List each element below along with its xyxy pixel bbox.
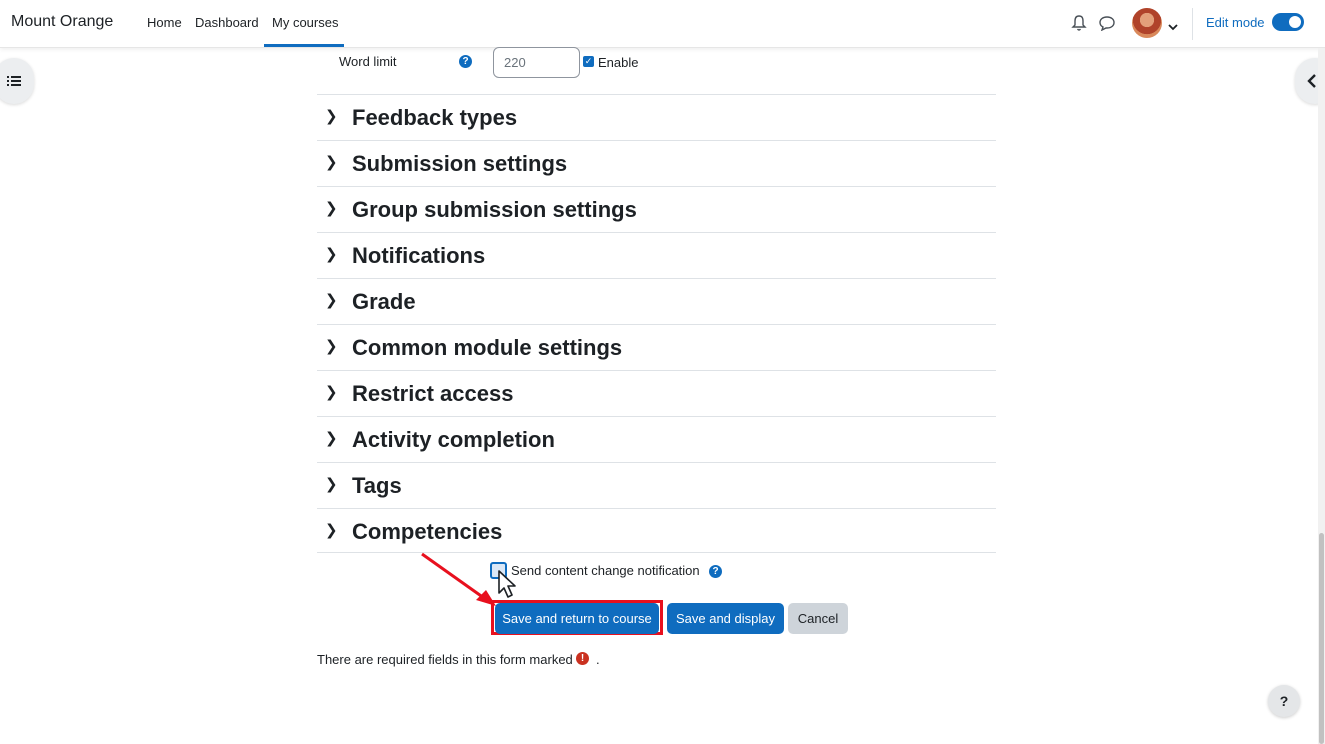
nav-dashboard-link[interactable]: Dashboard xyxy=(195,15,259,30)
section-activity-completion[interactable]: ❯ Activity completion xyxy=(317,416,996,462)
save-and-return-button[interactable]: Save and return to course xyxy=(495,603,659,634)
active-nav-indicator xyxy=(264,44,344,47)
chevron-right-icon: ❯ xyxy=(325,154,338,171)
section-grade[interactable]: ❯ Grade xyxy=(317,278,996,324)
course-index-toggle[interactable] xyxy=(0,58,34,104)
word-limit-input[interactable] xyxy=(493,47,580,78)
section-title: Tags xyxy=(352,473,402,498)
required-fields-note: There are required fields in this form m… xyxy=(317,652,573,667)
chevron-right-icon: ❯ xyxy=(325,430,338,447)
section-restrict-access[interactable]: ❯ Restrict access xyxy=(317,370,996,416)
annotation-arrow xyxy=(421,552,496,606)
section-title: Common module settings xyxy=(352,335,623,360)
word-limit-label: Word limit xyxy=(339,54,397,69)
edit-mode-toggle[interactable] xyxy=(1272,13,1304,31)
nav-my-courses-link[interactable]: My courses xyxy=(272,15,338,30)
mouse-cursor-icon xyxy=(498,570,516,598)
help-button[interactable]: ? xyxy=(1268,685,1300,717)
section-submission-settings[interactable]: ❯ Submission settings xyxy=(317,140,996,186)
section-title: Grade xyxy=(352,289,416,314)
nav-home-link[interactable]: Home xyxy=(147,15,182,30)
nav-divider xyxy=(1192,8,1193,40)
chevron-right-icon: ❯ xyxy=(325,108,338,125)
word-limit-help-icon[interactable]: ? xyxy=(459,55,472,68)
section-title: Submission settings xyxy=(352,151,568,176)
required-icon: ! xyxy=(576,652,589,665)
chevron-left-icon xyxy=(1307,74,1317,93)
chevron-right-icon: ❯ xyxy=(325,476,338,493)
section-competencies[interactable]: ❯ Competencies xyxy=(317,508,996,554)
required-note-period: . xyxy=(596,652,600,667)
cancel-button[interactable]: Cancel xyxy=(788,603,848,634)
send-notification-label: Send content change notification xyxy=(511,563,700,578)
page-scrollbar-thumb[interactable] xyxy=(1319,533,1324,744)
chevron-right-icon: ❯ xyxy=(325,384,338,401)
chevron-right-icon: ❯ xyxy=(325,522,338,539)
section-title: Restrict access xyxy=(352,381,514,406)
section-feedback-types[interactable]: ❯ Feedback types xyxy=(317,94,996,140)
section-group-submission-settings[interactable]: ❯ Group submission settings xyxy=(317,186,996,232)
edit-mode-label: Edit mode xyxy=(1206,15,1265,30)
user-avatar[interactable] xyxy=(1132,8,1162,38)
section-notifications[interactable]: ❯ Notifications xyxy=(317,232,996,278)
section-title: Feedback types xyxy=(352,105,518,130)
enable-checkbox[interactable]: ✓ xyxy=(583,56,594,67)
enable-label: Enable xyxy=(598,55,639,70)
chevron-down-icon[interactable] xyxy=(1168,18,1178,36)
section-title: Notifications xyxy=(352,243,486,268)
chat-icon[interactable] xyxy=(1098,15,1116,36)
chevron-right-icon: ❯ xyxy=(325,200,338,217)
section-tags[interactable]: ❯ Tags xyxy=(317,462,996,508)
top-navbar: Mount Orange Home Dashboard My courses E… xyxy=(0,0,1325,48)
section-title: Activity completion xyxy=(352,427,555,452)
chevron-right-icon: ❯ xyxy=(325,338,338,355)
chevron-right-icon: ❯ xyxy=(325,292,338,309)
section-title: Competencies xyxy=(352,519,503,544)
bell-icon[interactable] xyxy=(1071,14,1087,37)
site-brand[interactable]: Mount Orange xyxy=(11,13,113,31)
list-icon xyxy=(7,74,21,92)
section-common-module-settings[interactable]: ❯ Common module settings xyxy=(317,324,996,370)
chevron-right-icon: ❯ xyxy=(325,246,338,263)
notification-help-icon[interactable]: ? xyxy=(709,565,722,578)
save-and-display-button[interactable]: Save and display xyxy=(667,603,784,634)
section-title: Group submission settings xyxy=(352,197,637,222)
